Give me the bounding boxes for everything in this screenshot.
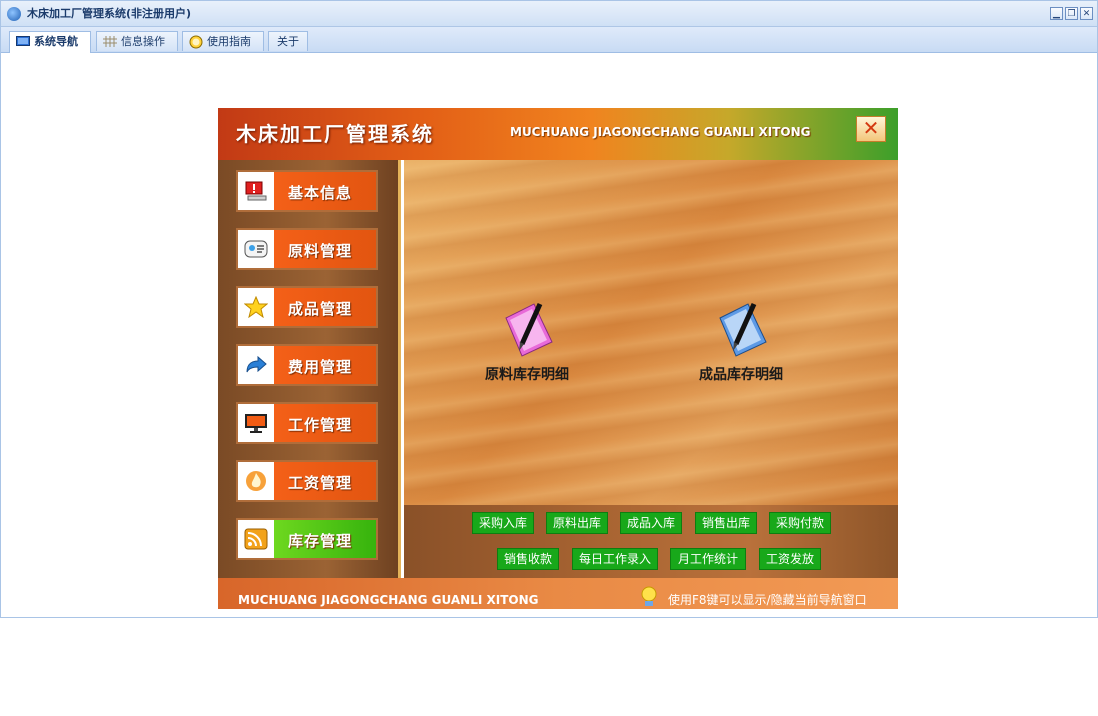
- panel-subtitle: MUCHUANG JIAGONGCHANG GUANLI XITONG: [510, 125, 811, 139]
- monthly-work-stats-button[interactable]: 月工作统计: [670, 548, 746, 570]
- clock-icon: [189, 35, 203, 49]
- tab-label: 使用指南: [207, 35, 251, 48]
- nav-work-button[interactable]: 工作管理: [236, 402, 378, 444]
- main-wood-area: 原料库存明细 成品库存明细: [404, 160, 898, 505]
- nav-label: 基本信息: [288, 184, 353, 202]
- nav-raw-material-button[interactable]: 原料管理: [236, 228, 378, 270]
- nav-expense-button[interactable]: 费用管理: [236, 344, 378, 386]
- nav-label: 原料管理: [288, 242, 353, 260]
- alert-computer-icon: [245, 181, 267, 201]
- restore-button[interactable]: ❐: [1065, 7, 1078, 20]
- nav-inventory-button[interactable]: 库存管理: [236, 518, 378, 560]
- nav-salary-button[interactable]: 工资管理: [236, 460, 378, 502]
- raw-material-out-button[interactable]: 原料出库: [546, 512, 608, 534]
- raw-material-inventory-detail[interactable]: 原料库存明细: [452, 298, 602, 408]
- grid-icon: [103, 36, 117, 47]
- contact-card-icon: [244, 240, 268, 258]
- monitor-icon: [16, 36, 30, 46]
- panel-banner: 木床加工厂管理系统 MUCHUANG JIAGONGCHANG GUANLI X…: [218, 108, 898, 160]
- tab-info-ops[interactable]: 信息操作: [96, 31, 178, 51]
- nav-label: 费用管理: [288, 358, 353, 376]
- footer-subtitle: MUCHUANG JIAGONGCHANG GUANLI XITONG: [238, 593, 539, 607]
- panel-footer: MUCHUANG JIAGONGCHANG GUANLI XITONG 使用F8…: [218, 578, 898, 609]
- star-icon: [244, 296, 268, 318]
- tab-label: 关于: [277, 35, 299, 48]
- fire-icon: [246, 471, 266, 491]
- purchase-payment-button[interactable]: 采购付款: [769, 512, 831, 534]
- title-bar: 木床加工厂管理系统(非注册用户) ▁ ❐ ✕: [1, 1, 1097, 27]
- sales-out-button[interactable]: 销售出库: [695, 512, 757, 534]
- nav-product-button[interactable]: 成品管理: [236, 286, 378, 328]
- tab-user-guide[interactable]: 使用指南: [182, 31, 264, 51]
- rss-icon: [244, 528, 268, 550]
- pen-paper-pink-icon: [505, 302, 553, 357]
- nav-label: 成品管理: [288, 300, 353, 318]
- panel-title: 木床加工厂管理系统: [236, 122, 434, 146]
- quick-action-strip: 采购入库 原料出库 成品入库 销售出库 采购付款 销售收款 每日工作录入 月工作…: [404, 505, 898, 578]
- lightbulb-icon: [641, 586, 657, 606]
- feature-label: 成品库存明细: [699, 367, 783, 383]
- pen-paper-blue-icon: [719, 302, 767, 357]
- nav-label: 工资管理: [288, 474, 353, 492]
- nav-sidebar: 基本信息 原料管理 成品管理 费用管理 工作管理 工资管理 库存管理: [218, 160, 401, 578]
- arrow-forward-icon: [246, 355, 267, 373]
- nav-label: 工作管理: [288, 416, 353, 434]
- nav-label: 库存管理: [288, 532, 353, 550]
- feature-label: 原料库存明细: [485, 367, 569, 383]
- close-button[interactable]: ✕: [1080, 7, 1093, 20]
- monitor-icon: [245, 414, 267, 433]
- tab-about[interactable]: 关于: [268, 31, 308, 51]
- product-inventory-detail[interactable]: 成品库存明细: [666, 298, 816, 408]
- window-controls: ▁ ❐ ✕: [1050, 7, 1093, 20]
- product-in-button[interactable]: 成品入库: [620, 512, 682, 534]
- panel-close-button[interactable]: ✕: [856, 116, 886, 142]
- sales-receipt-button[interactable]: 销售收款: [497, 548, 559, 570]
- tab-label: 信息操作: [121, 35, 165, 48]
- minimize-button[interactable]: ▁: [1050, 7, 1063, 20]
- tab-system-nav[interactable]: 系统导航: [9, 31, 91, 53]
- window-title: 木床加工厂管理系统(非注册用户): [27, 7, 192, 20]
- nav-basic-info-button[interactable]: 基本信息: [236, 170, 378, 212]
- navigation-panel: 木床加工厂管理系统 MUCHUANG JIAGONGCHANG GUANLI X…: [218, 108, 898, 609]
- tab-bar: 系统导航 信息操作 使用指南 关于: [1, 27, 1097, 53]
- purchase-in-button[interactable]: 采购入库: [472, 512, 534, 534]
- footer-tip: 使用F8键可以显示/隐藏当前导航窗口: [668, 593, 867, 607]
- daily-work-entry-button[interactable]: 每日工作录入: [572, 548, 658, 570]
- app-icon: [7, 7, 21, 21]
- salary-payment-button[interactable]: 工资发放: [759, 548, 821, 570]
- tab-label: 系统导航: [34, 35, 78, 48]
